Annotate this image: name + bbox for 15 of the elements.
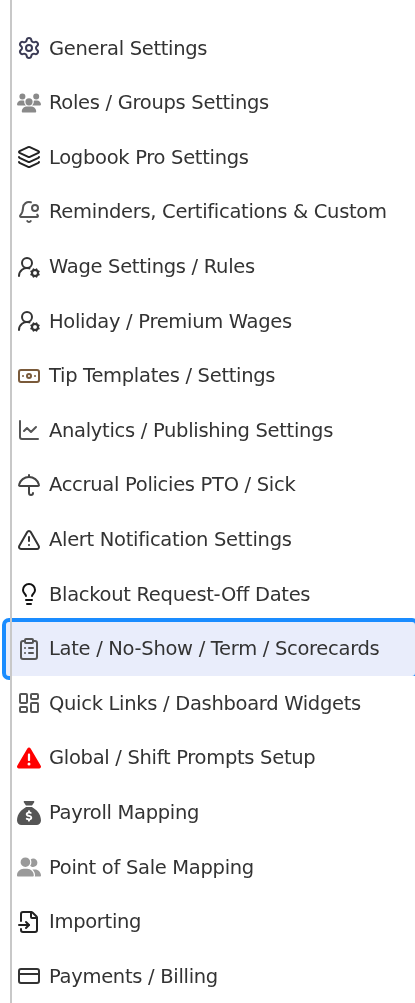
money-bag-icon: [17, 800, 41, 825]
warning-icon: [17, 746, 41, 770]
group-icon: [17, 90, 41, 115]
import-icon: [17, 909, 41, 934]
person-gear-icon: [17, 309, 41, 334]
settings-icon: [17, 36, 41, 61]
person-gear-icon: [17, 254, 41, 279]
warning-icon: [17, 527, 41, 552]
stack-icon: [17, 145, 41, 170]
chart-icon: [17, 418, 41, 443]
people-icon: [17, 855, 41, 880]
dashboard-icon: [17, 691, 41, 716]
checklist-icon: [17, 636, 41, 661]
umbrella-icon: [17, 473, 41, 498]
bell-icon: [17, 200, 41, 225]
